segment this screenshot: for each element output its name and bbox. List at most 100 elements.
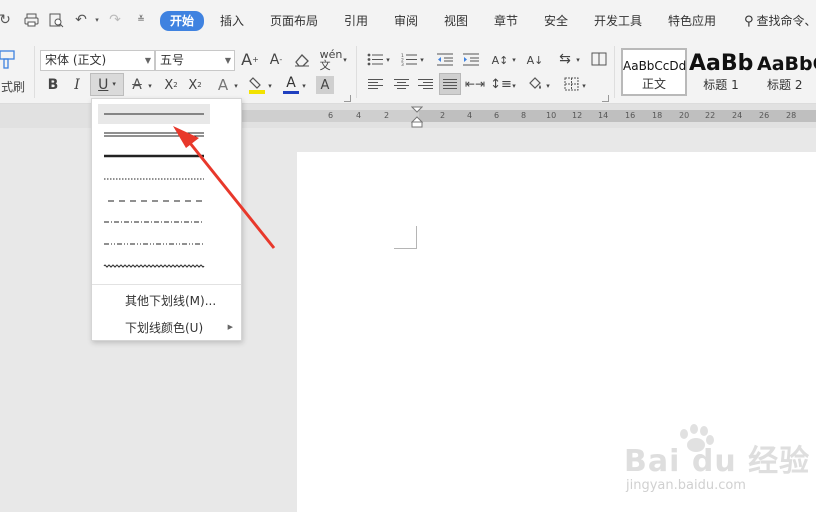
bold-button[interactable]: B xyxy=(45,76,61,94)
chevron-down-icon[interactable]: ▾ xyxy=(580,82,588,90)
style-normal[interactable]: AaBbCcDd 正文 xyxy=(621,48,687,96)
redo-arrow-icon[interactable]: ↷ xyxy=(106,11,124,29)
print-icon[interactable] xyxy=(22,11,40,29)
chevron-down-icon[interactable]: ▾ xyxy=(232,82,240,90)
font-size-select[interactable]: 五号 ▼ xyxy=(155,50,235,71)
subscript-icon[interactable]: X2 xyxy=(186,76,204,94)
redo-icon[interactable]: ↻ xyxy=(0,11,14,29)
style-name: 正文 xyxy=(641,77,666,91)
tab-references[interactable]: 引用 xyxy=(344,12,368,30)
more-underlines-item[interactable]: 其他下划线(M)... xyxy=(125,292,216,309)
chevron-right-icon: ▶ xyxy=(227,323,233,331)
style-heading-1[interactable]: AaBb 标题 1 xyxy=(688,48,754,96)
underline-option-dotted[interactable] xyxy=(98,169,210,189)
tab-special-apps[interactable]: 特色应用 xyxy=(668,12,716,30)
chevron-down-icon[interactable]: ▾ xyxy=(544,82,552,90)
align-right-icon[interactable] xyxy=(416,76,434,92)
tab-chapter[interactable]: 章节 xyxy=(494,12,518,30)
align-left-icon[interactable] xyxy=(366,76,384,92)
format-painter-label[interactable]: 式刷 xyxy=(0,80,26,94)
underline-option-thick[interactable] xyxy=(98,146,210,166)
chevron-down-icon[interactable]: ▾ xyxy=(266,82,274,90)
strikethrough-icon[interactable]: A xyxy=(128,76,146,94)
tab-insert[interactable]: 插入 xyxy=(220,12,244,30)
chevron-down-icon: ▼ xyxy=(144,56,151,65)
paragraph-spacing-icon[interactable]: ↕≡ xyxy=(490,76,512,92)
underline-option-dash-dot[interactable] xyxy=(98,212,210,232)
chevron-down-icon[interactable]: ▾ xyxy=(574,56,582,64)
underline-option-dash-dot-dot[interactable] xyxy=(98,234,210,254)
tab-view[interactable]: 视图 xyxy=(444,12,468,30)
distribute-icon[interactable]: ⇤⇥ xyxy=(465,76,485,92)
chevron-down-icon[interactable]: ▾ xyxy=(510,82,518,90)
increase-indent-icon[interactable] xyxy=(462,51,480,67)
tab-review[interactable]: 审阅 xyxy=(394,12,418,30)
undo-dropdown-icon[interactable]: ▾ xyxy=(88,11,106,29)
text-effect-button[interactable]: A xyxy=(214,76,232,94)
borders-icon[interactable] xyxy=(562,76,580,92)
numbered-list-icon[interactable]: 123 xyxy=(400,51,418,67)
pinyin-guide-icon[interactable]: wén 文 xyxy=(320,49,343,71)
underline-label: U xyxy=(98,76,109,93)
chevron-down-icon[interactable]: ▾ xyxy=(418,56,426,64)
bullet-list-icon[interactable] xyxy=(366,51,384,67)
underline-button[interactable]: U ▾ xyxy=(90,73,124,96)
sort-icon[interactable]: A↓ xyxy=(526,50,544,70)
chevron-down-icon[interactable]: ▾ xyxy=(510,56,518,64)
style-sample: AaBbCcDd xyxy=(623,59,687,73)
underline-option-dashed[interactable] xyxy=(98,191,210,211)
paragraph-dialog-launcher[interactable] xyxy=(602,95,609,102)
divider xyxy=(614,46,615,98)
underline-option-wave[interactable] xyxy=(98,256,210,276)
ruler-label: 10 xyxy=(546,111,557,120)
underline-option-double[interactable] xyxy=(98,125,210,145)
font-dialog-launcher[interactable] xyxy=(344,95,351,102)
tab-security[interactable]: 安全 xyxy=(544,12,568,30)
line-spacing-icon[interactable]: ⇆ xyxy=(556,51,574,67)
show-marks-icon[interactable] xyxy=(590,51,608,67)
watermark-url: jingyan.baidu.com xyxy=(626,478,746,493)
justify-button[interactable] xyxy=(439,73,461,95)
ruler-label: 24 xyxy=(732,111,743,120)
highlight-icon[interactable] xyxy=(248,75,266,95)
font-name-select[interactable]: 宋体 (正文) ▼ xyxy=(40,50,155,71)
text-direction-icon[interactable]: A↕ xyxy=(490,50,510,70)
print-preview-icon[interactable] xyxy=(47,11,65,29)
style-name: 标题 1 xyxy=(703,78,739,92)
align-center-icon[interactable] xyxy=(392,76,410,92)
char-shading-button[interactable]: A xyxy=(316,76,334,94)
clear-format-icon[interactable] xyxy=(293,51,311,69)
underline-option-single[interactable] xyxy=(98,104,210,124)
grow-font-icon[interactable]: A + xyxy=(240,50,260,70)
indent-marker-icon[interactable] xyxy=(411,106,423,128)
chevron-down-icon[interactable]: ▾ xyxy=(384,56,392,64)
tab-home[interactable]: 开始 xyxy=(160,11,205,31)
style-heading-2[interactable]: AaBbC 标题 2 xyxy=(754,48,816,96)
customize-icon[interactable]: ≚ xyxy=(132,11,150,29)
superscript-icon[interactable]: X2 xyxy=(162,76,180,94)
tab-developer[interactable]: 开发工具 xyxy=(594,12,642,30)
style-sample: AaBb xyxy=(689,51,754,76)
font-color-button[interactable]: A xyxy=(282,75,300,95)
ruler-label: 2 xyxy=(440,111,446,120)
chevron-down-icon: ▾ xyxy=(112,80,116,88)
ruler-label: 4 xyxy=(467,111,473,120)
shading-icon[interactable] xyxy=(526,76,544,92)
decrease-indent-icon[interactable] xyxy=(436,51,454,67)
svg-text:3: 3 xyxy=(401,62,404,66)
tab-page-layout[interactable]: 页面布局 xyxy=(270,12,318,30)
format-painter-icon[interactable] xyxy=(0,48,18,70)
search-commands[interactable]: ⚲ 查找命令、 xyxy=(744,12,816,30)
chevron-down-icon[interactable]: ▾ xyxy=(341,56,349,64)
underline-color-item[interactable]: 下划线颜色(U) xyxy=(125,319,203,336)
shrink-font-icon[interactable]: A- xyxy=(266,50,286,70)
style-name: 标题 2 xyxy=(767,78,803,92)
font-color-label: A xyxy=(286,75,296,91)
ruler-label: 20 xyxy=(679,111,690,120)
italic-button[interactable]: I xyxy=(69,76,85,94)
chevron-down-icon[interactable]: ▾ xyxy=(300,82,308,90)
chevron-down-icon[interactable]: ▾ xyxy=(146,82,154,90)
ruler-label: 16 xyxy=(625,111,636,120)
ruler-label: 6 xyxy=(494,111,500,120)
menu-divider xyxy=(92,284,241,285)
